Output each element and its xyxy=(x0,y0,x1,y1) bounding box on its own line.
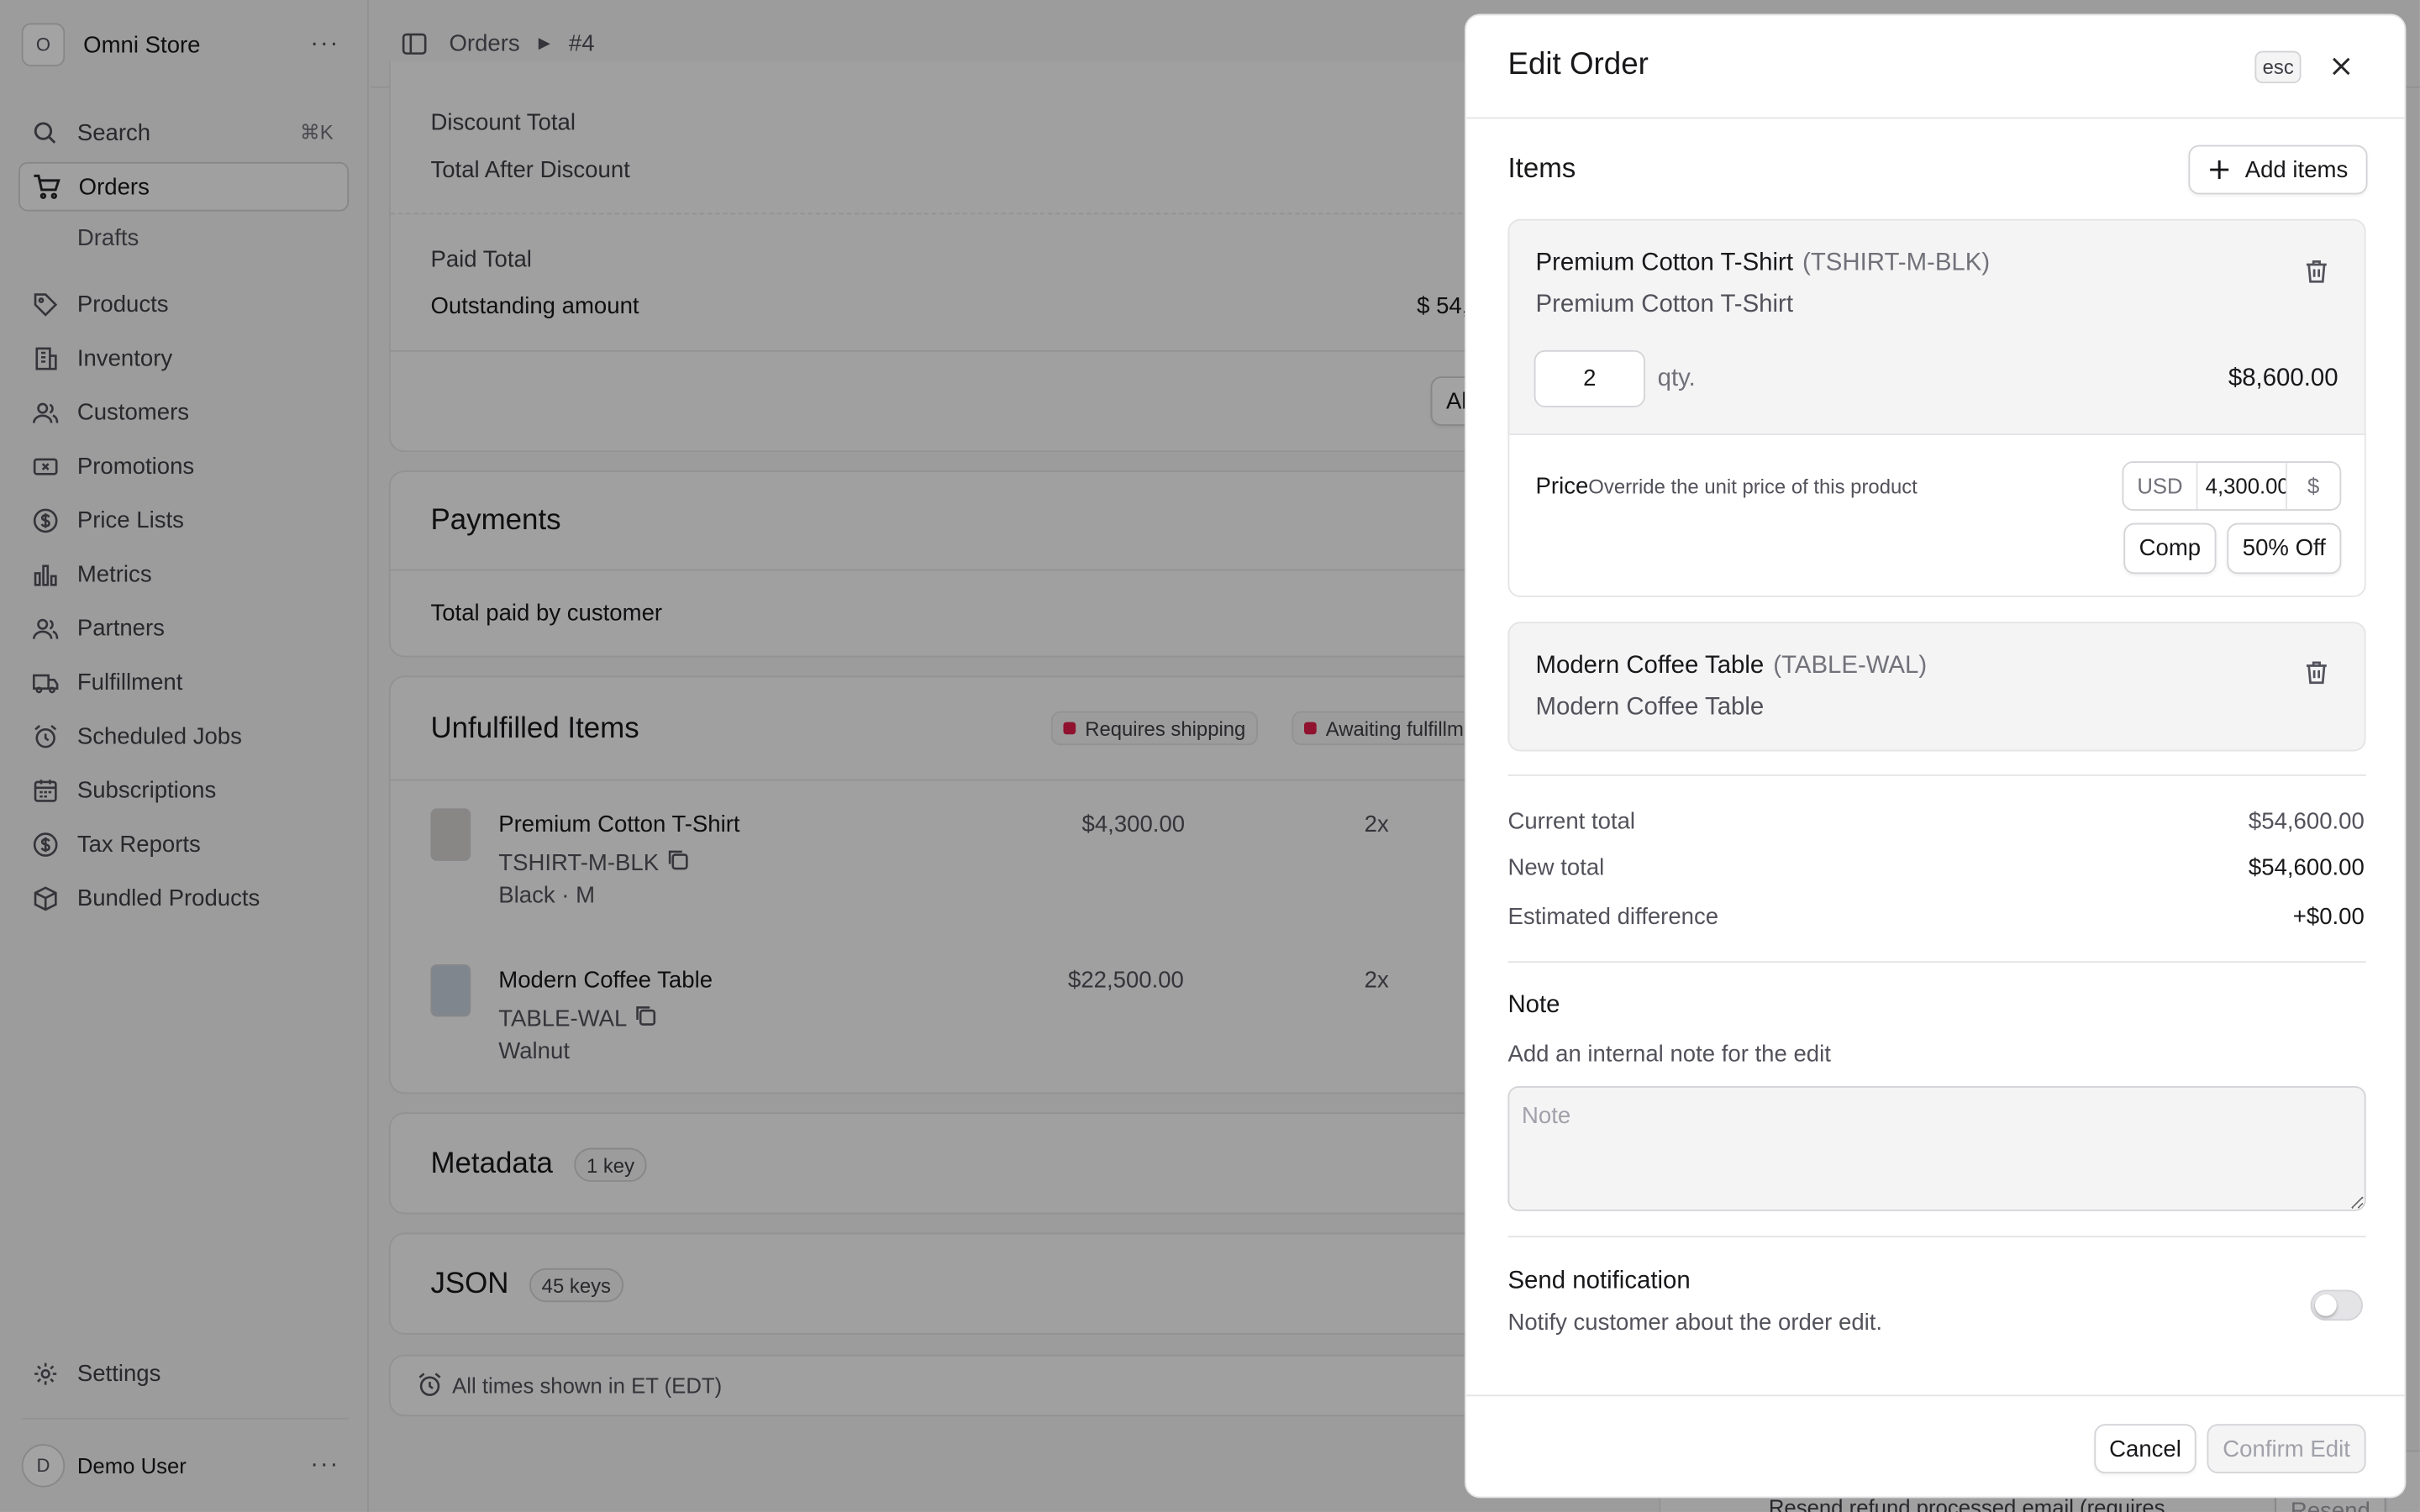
currency-symbol: $ xyxy=(2307,473,2320,499)
quantity-input[interactable]: 2 xyxy=(1534,349,1645,407)
edit-order-drawer: Edit Order esc Items Add items Premium C… xyxy=(1465,13,2407,1499)
divider xyxy=(1507,1236,2366,1238)
price-override-label: PriceOverride the unit price of this pro… xyxy=(1535,473,1918,501)
unit-price-input[interactable]: USD 4,300.00 $ xyxy=(2122,461,2342,511)
edit-item-card: Modern Coffee Table (TABLE-WAL) Modern Co… xyxy=(1507,622,2366,752)
send-notification-subtitle: Notify customer about the order edit. xyxy=(1507,1310,1883,1336)
currency-code: USD xyxy=(2123,463,2198,510)
note-textarea[interactable] xyxy=(1507,1086,2366,1211)
edit-item-subtitle: Modern Coffee Table xyxy=(1535,694,1765,721)
unit-price-value[interactable]: 4,300.00 xyxy=(2197,463,2287,510)
divider xyxy=(1507,961,2366,963)
cancel-button[interactable]: Cancel xyxy=(2094,1424,2196,1474)
new-total-value: $54,600.00 xyxy=(2248,854,2365,881)
qty-label: qty. xyxy=(1657,365,1696,392)
confirm-edit-button[interactable]: Confirm Edit xyxy=(2207,1424,2366,1474)
close-icon[interactable] xyxy=(2328,52,2355,80)
estimated-difference-value: +$0.00 xyxy=(2292,904,2365,931)
estimated-difference-label: Estimated difference xyxy=(1507,904,1719,931)
edit-item-name: Modern Coffee Table (TABLE-WAL) xyxy=(1535,652,1928,680)
send-notification-title: Send notification xyxy=(1507,1268,1691,1294)
drawer-title: Edit Order xyxy=(1507,47,1649,82)
edit-item-subtitle: Premium Cotton T-Shirt xyxy=(1535,291,1794,318)
price-override-panel: PriceOverride the unit price of this pro… xyxy=(1509,433,2365,596)
edit-item-name: Premium Cotton T-Shirt (TSHIRT-M-BLK) xyxy=(1535,249,1991,276)
send-notification-toggle[interactable] xyxy=(2310,1289,2363,1321)
drawer-header: Edit Order esc xyxy=(1465,15,2405,119)
esc-hint: esc xyxy=(2254,50,2302,84)
add-items-button[interactable]: Add items xyxy=(2188,144,2368,195)
plus-icon xyxy=(2208,159,2230,181)
current-total-value: $54,600.00 xyxy=(2248,808,2365,835)
edit-item-card: Premium Cotton T-Shirt (TSHIRT-M-BLK) Pre… xyxy=(1507,218,2366,597)
trash-icon[interactable] xyxy=(2302,258,2330,286)
note-subtitle: Add an internal note for the edit xyxy=(1507,1041,1831,1068)
note-title: Note xyxy=(1507,991,1560,1019)
half-off-button[interactable]: 50% Off xyxy=(2227,522,2342,575)
trash-icon[interactable] xyxy=(2302,659,2330,686)
new-total-label: New total xyxy=(1507,854,1605,881)
line-total: $8,600.00 xyxy=(2228,365,2338,392)
items-title: Items xyxy=(1507,152,1576,184)
comp-button[interactable]: Comp xyxy=(2123,522,2217,575)
divider xyxy=(1507,774,2366,776)
current-total-label: Current total xyxy=(1507,808,1636,835)
drawer-footer: Cancel Confirm Edit xyxy=(1465,1394,2405,1496)
